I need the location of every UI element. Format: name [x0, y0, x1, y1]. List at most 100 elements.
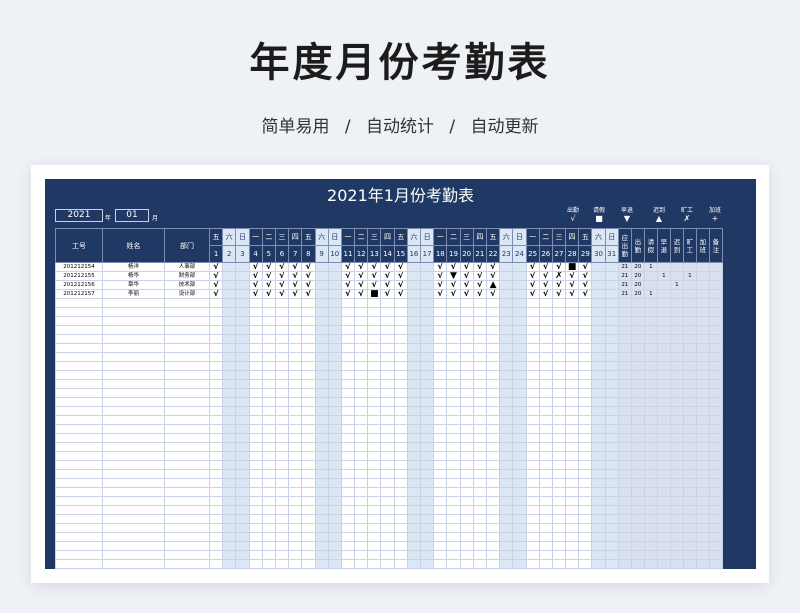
attendance-cell[interactable]: [472, 514, 487, 524]
attendance-cell[interactable]: [525, 559, 540, 569]
attendance-cell[interactable]: [551, 442, 567, 452]
attendance-cell[interactable]: [301, 343, 316, 353]
attendance-cell[interactable]: [235, 406, 250, 416]
attendance-cell[interactable]: [419, 532, 435, 542]
attendance-cell[interactable]: [274, 370, 290, 380]
attendance-cell[interactable]: [499, 307, 514, 317]
attendance-cell[interactable]: [314, 289, 329, 299]
attendance-cell[interactable]: [525, 460, 540, 470]
attendance-cell[interactable]: [393, 496, 408, 506]
attendance-cell[interactable]: [419, 307, 435, 317]
attendance-cell[interactable]: [327, 442, 342, 452]
attendance-cell[interactable]: [538, 541, 553, 551]
attendance-cell[interactable]: [393, 406, 408, 416]
attendance-cell[interactable]: √: [538, 262, 553, 272]
attendance-cell[interactable]: [591, 460, 606, 470]
attendance-cell[interactable]: [288, 433, 303, 443]
attendance-cell[interactable]: [367, 424, 382, 434]
attendance-cell[interactable]: [578, 478, 593, 488]
attendance-cell[interactable]: [512, 352, 527, 362]
attendance-cell[interactable]: [565, 370, 580, 380]
attendance-cell[interactable]: [485, 307, 501, 317]
attendance-cell[interactable]: [314, 280, 329, 290]
attendance-cell[interactable]: [367, 460, 382, 470]
attendance-cell[interactable]: [591, 379, 606, 389]
attendance-cell[interactable]: [367, 550, 382, 560]
attendance-cell[interactable]: [512, 469, 527, 479]
attendance-cell[interactable]: √: [274, 262, 290, 272]
attendance-cell[interactable]: [578, 406, 593, 416]
attendance-cell[interactable]: [591, 352, 606, 362]
attendance-cell[interactable]: [222, 280, 237, 290]
attendance-cell[interactable]: [578, 460, 593, 470]
attendance-cell[interactable]: √: [485, 271, 501, 281]
attendance-cell[interactable]: [208, 334, 224, 344]
attendance-cell[interactable]: [367, 433, 382, 443]
attendance-cell[interactable]: [591, 406, 606, 416]
attendance-cell[interactable]: [314, 523, 329, 533]
attendance-cell[interactable]: [248, 541, 263, 551]
attendance-cell[interactable]: [472, 487, 487, 497]
attendance-cell[interactable]: [525, 541, 540, 551]
attendance-cell[interactable]: [604, 532, 619, 542]
attendance-cell[interactable]: [261, 361, 276, 371]
attendance-cell[interactable]: [327, 406, 342, 416]
attendance-cell[interactable]: [565, 397, 580, 407]
attendance-cell[interactable]: [288, 424, 303, 434]
attendance-cell[interactable]: [261, 406, 276, 416]
attendance-cell[interactable]: [499, 352, 514, 362]
attendance-cell[interactable]: [472, 343, 487, 353]
department-cell[interactable]: [164, 541, 210, 551]
attendance-cell[interactable]: [301, 487, 316, 497]
attendance-cell[interactable]: [406, 397, 422, 407]
attendance-cell[interactable]: √: [472, 289, 487, 299]
attendance-cell[interactable]: [551, 352, 567, 362]
attendance-cell[interactable]: [591, 469, 606, 479]
attendance-cell[interactable]: [551, 406, 567, 416]
attendance-cell[interactable]: [499, 451, 514, 461]
attendance-cell[interactable]: [565, 532, 580, 542]
attendance-cell[interactable]: [512, 442, 527, 452]
attendance-cell[interactable]: [525, 379, 540, 389]
attendance-cell[interactable]: [419, 424, 435, 434]
attendance-cell[interactable]: [604, 280, 619, 290]
attendance-cell[interactable]: [380, 451, 395, 461]
attendance-cell[interactable]: [314, 442, 329, 452]
attendance-cell[interactable]: [512, 298, 527, 308]
attendance-cell[interactable]: [433, 352, 448, 362]
attendance-cell[interactable]: √: [380, 280, 395, 290]
attendance-cell[interactable]: [222, 451, 237, 461]
attendance-cell[interactable]: [459, 343, 474, 353]
attendance-cell[interactable]: [314, 514, 329, 524]
attendance-cell[interactable]: [301, 325, 316, 335]
attendance-cell[interactable]: [499, 541, 514, 551]
attendance-cell[interactable]: [512, 523, 527, 533]
attendance-cell[interactable]: [419, 469, 435, 479]
attendance-cell[interactable]: [472, 550, 487, 560]
employee-name-cell[interactable]: [102, 343, 165, 353]
attendance-cell[interactable]: [354, 496, 369, 506]
attendance-cell[interactable]: [393, 523, 408, 533]
attendance-cell[interactable]: [340, 388, 356, 398]
attendance-cell[interactable]: [327, 397, 342, 407]
attendance-cell[interactable]: [459, 352, 474, 362]
attendance-cell[interactable]: [314, 433, 329, 443]
attendance-cell[interactable]: [354, 505, 369, 515]
attendance-cell[interactable]: [248, 559, 263, 569]
attendance-cell[interactable]: [525, 415, 540, 425]
attendance-cell[interactable]: [380, 316, 395, 326]
attendance-cell[interactable]: [208, 559, 224, 569]
attendance-cell[interactable]: [235, 469, 250, 479]
attendance-cell[interactable]: [208, 541, 224, 551]
attendance-cell[interactable]: [314, 505, 329, 515]
attendance-cell[interactable]: [261, 469, 276, 479]
attendance-cell[interactable]: [208, 343, 224, 353]
attendance-cell[interactable]: [419, 460, 435, 470]
attendance-cell[interactable]: [327, 334, 342, 344]
attendance-cell[interactable]: [354, 487, 369, 497]
attendance-cell[interactable]: [485, 370, 501, 380]
attendance-cell[interactable]: [406, 496, 422, 506]
attendance-cell[interactable]: [565, 559, 580, 569]
attendance-cell[interactable]: [393, 343, 408, 353]
attendance-cell[interactable]: [208, 379, 224, 389]
